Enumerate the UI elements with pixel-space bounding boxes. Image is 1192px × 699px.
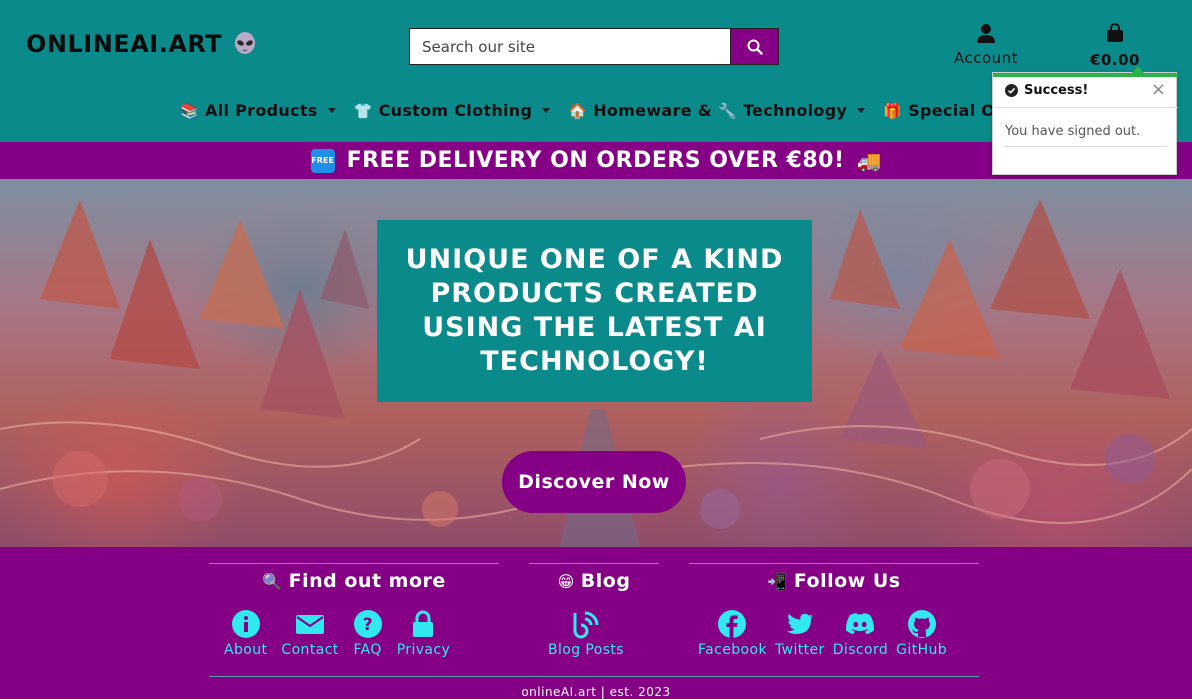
discover-now-button[interactable]: Discover Now [502, 451, 686, 513]
footer-link-discord[interactable]: Discord [833, 609, 888, 658]
footer-link-facebook[interactable]: Facebook [698, 609, 767, 658]
twitter-icon [786, 613, 813, 634]
shopping-bag-icon [1107, 23, 1123, 42]
nav-homeware-technology[interactable]: 🏠 Homeware & 🔧 Technology [568, 101, 866, 120]
footer-follow-us: 📲 Follow Us [689, 563, 979, 592]
footer-links-info: About Contact ? FAQ Privacy [224, 609, 450, 658]
books-icon: 📚 [180, 101, 199, 120]
footer-find-out-more: 🔍 Find out more [209, 563, 499, 592]
hero-heading: UNIQUE ONE OF A KIND PRODUCTS CREATED US… [405, 244, 784, 377]
footer-link-privacy[interactable]: Privacy [397, 609, 451, 658]
chevron-down-icon [857, 108, 866, 113]
hero-heading-box: UNIQUE ONE OF A KIND PRODUCTS CREATED US… [377, 220, 812, 402]
search-button[interactable] [730, 28, 779, 65]
footer-heading: 🔍 Find out more [262, 570, 446, 592]
toast-header: Success! [1005, 83, 1088, 98]
footer-link-twitter[interactable]: Twitter [775, 609, 825, 658]
wrench-icon: 🔧 [717, 101, 737, 120]
toast-accent-bar [993, 73, 1178, 77]
toast-divider [1005, 146, 1167, 147]
toast-divider [993, 107, 1178, 108]
chevron-down-icon [542, 108, 551, 113]
footer-blog: 😁 Blog [529, 563, 659, 592]
magnifier-icon: 🔍 [262, 572, 283, 591]
search-input[interactable] [409, 28, 730, 65]
site-logo[interactable]: ONLINEAI.ART [26, 30, 258, 58]
footer-link-contact[interactable]: Contact [281, 609, 338, 658]
check-circle-icon [1005, 84, 1018, 97]
envelope-icon [296, 615, 325, 634]
gift-icon: 🎁 [883, 101, 903, 120]
svg-text:?: ? [363, 615, 373, 635]
info-icon [231, 610, 260, 638]
question-icon: ? [353, 610, 382, 638]
footer-heading: 😁 Blog [557, 570, 631, 592]
nav-label: All Products [204, 101, 318, 120]
footer-link-faq[interactable]: ? FAQ [353, 609, 383, 658]
free-delivery-text: FREE DELIVERY ON ORDERS OVER €80! [346, 148, 845, 173]
blog-icon [573, 611, 599, 639]
free-badge-icon: FREE [310, 148, 335, 173]
facebook-icon [718, 610, 747, 638]
footer-link-blog-posts[interactable]: Blog Posts [548, 609, 624, 658]
account-label: Account [953, 49, 1019, 67]
alien-icon [235, 32, 256, 54]
nav-custom-clothing[interactable]: 👕 Custom Clothing [354, 101, 551, 120]
nav-label: Homeware & [593, 101, 712, 120]
shirt-icon: 👕 [353, 101, 373, 120]
footer-link-github[interactable]: GitHub [896, 609, 947, 658]
nav-label: Technology [742, 101, 848, 120]
grin-icon: 😁 [557, 572, 575, 591]
footer-copyright: onlineAI.art | est. 2023 [521, 685, 671, 699]
footer-link-about[interactable]: About [224, 609, 267, 658]
github-icon [907, 610, 936, 638]
footer-divider [209, 676, 979, 677]
footer-links-blog: Blog Posts [548, 609, 624, 658]
lock-icon [413, 610, 434, 637]
toast-arrow [1132, 66, 1144, 73]
truck-icon: 🚚 [856, 148, 882, 173]
success-toast: Success! × You have signed out. [992, 66, 1178, 175]
nav-label: Custom Clothing [378, 101, 533, 120]
site-footer: 🔍Find out more 😁Blog 📲Follow Us About [0, 547, 1192, 699]
logo-text[interactable]: ONLINEAI.ART [26, 30, 222, 58]
close-icon[interactable]: × [1151, 79, 1166, 100]
search-icon [747, 39, 763, 55]
user-icon [977, 24, 995, 43]
account-link[interactable]: Account [946, 23, 1026, 67]
toast-message: You have signed out. [1005, 124, 1141, 139]
footer-links-social: Facebook Twitter Discord GitHub [698, 609, 947, 658]
toast-title: Success! [1024, 83, 1089, 98]
shopping-bag-link[interactable]: €0.00 [1082, 23, 1148, 69]
house-icon: 🏠 [568, 101, 588, 120]
nav-all-products[interactable]: 📚 All Products [180, 101, 336, 120]
footer-heading: 📲 Follow Us [767, 570, 901, 592]
hero-section: UNIQUE ONE OF A KIND PRODUCTS CREATED US… [0, 179, 1192, 547]
search-form [409, 28, 779, 65]
phone-icon: 📲 [767, 572, 788, 591]
chevron-down-icon [327, 108, 336, 113]
discord-icon [846, 613, 875, 635]
main-nav: 📚 All Products 👕 Custom Clothing 🏠 Homew… [180, 101, 1039, 120]
